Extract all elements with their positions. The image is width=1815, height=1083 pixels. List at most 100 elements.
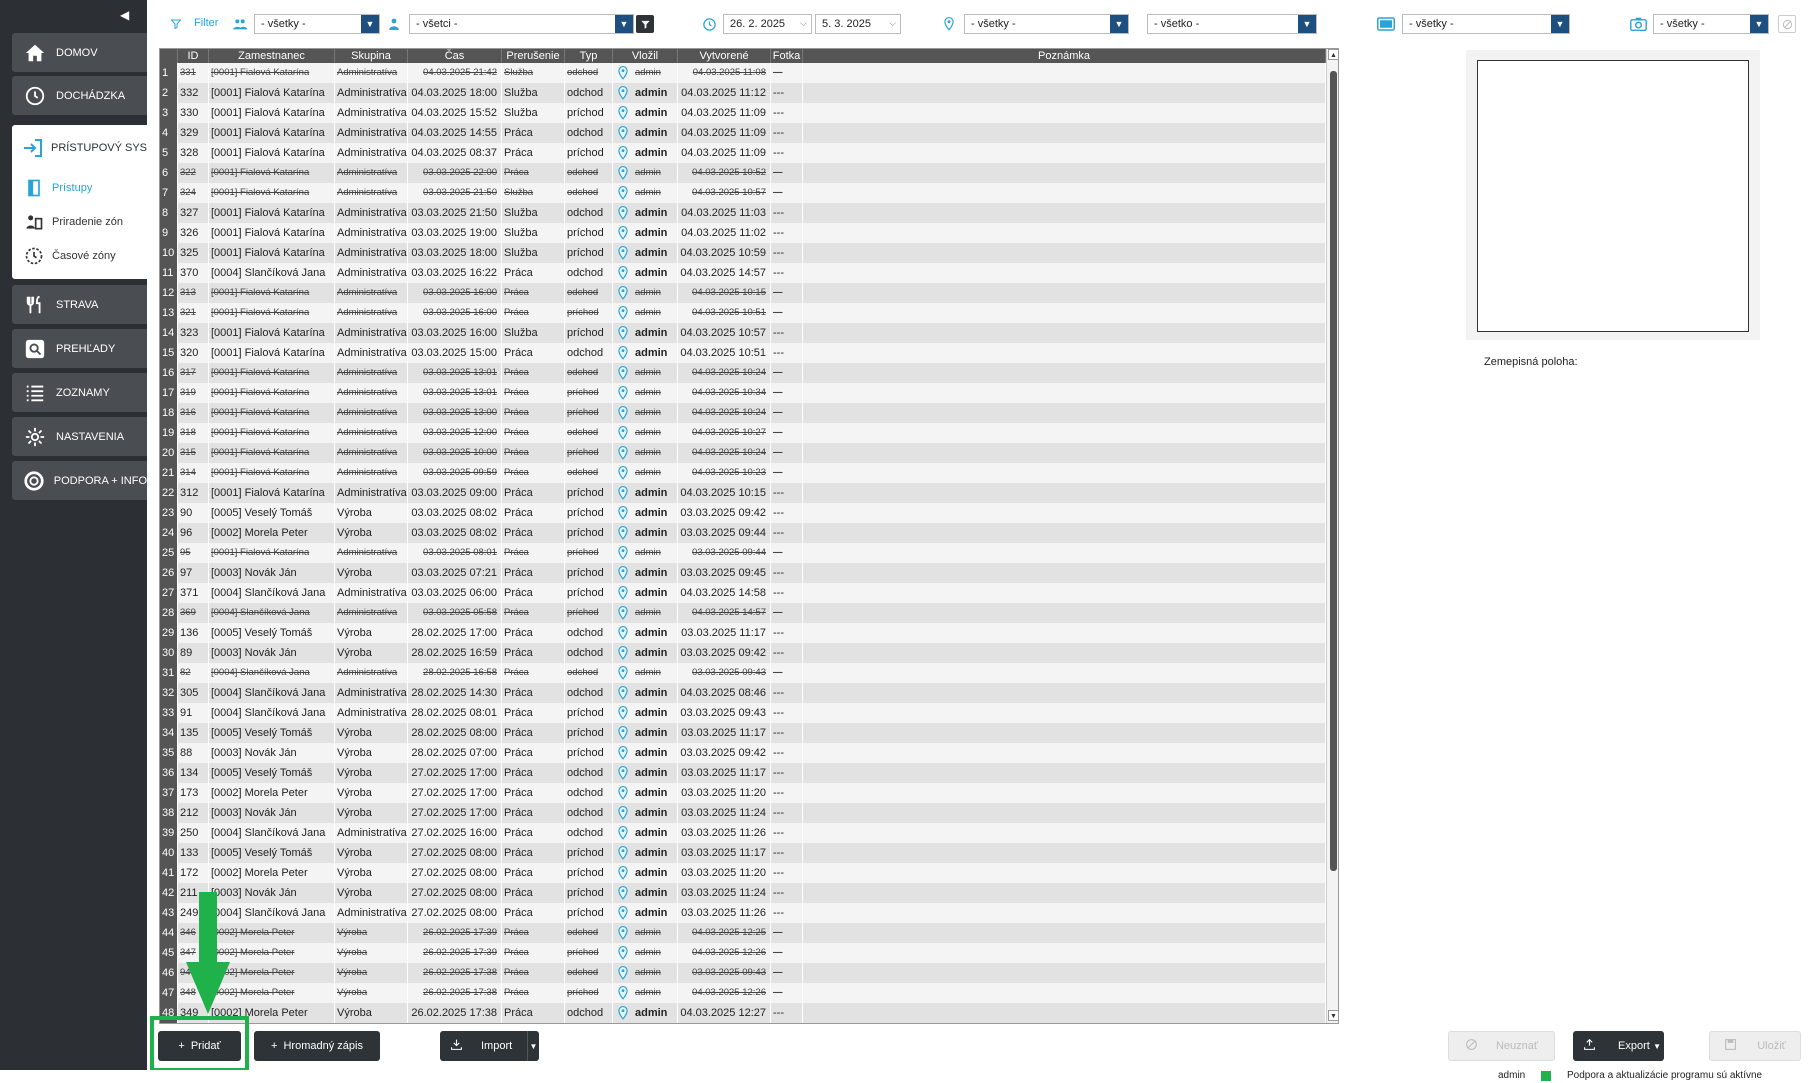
location-pin-icon[interactable] [617,966,629,980]
table-row[interactable]: 17 319 [0001] Fialová Katarína Administratí… [160,383,1326,403]
collapse-sidebar-icon[interactable]: ◀ [120,8,129,22]
table-row[interactable]: 48 349 [0002] Morela Peter Výroba 26.02.2025… [160,1003,1326,1023]
table-row[interactable]: 9 326 [0001] Fialová Katarína Administratív… [160,223,1326,243]
location-pin-icon[interactable] [617,726,629,740]
location-pin-icon[interactable] [617,126,629,140]
table-row[interactable]: 3 330 [0001] Fialová Katarína Administratív… [160,103,1326,123]
location-pin-icon[interactable] [617,926,629,940]
location-select[interactable]: - všetky - ▼ [964,14,1129,34]
table-row[interactable]: 4 329 [0001] Fialová Katarína Administratív… [160,123,1326,143]
location-pin-icon[interactable] [617,386,629,400]
table-row[interactable]: 23 90 [0005] Veselý Tomáš Výroba 03.03.2025 … [160,503,1326,523]
table-row[interactable]: 14 323 [0001] Fialová Katarína Administratí… [160,323,1326,343]
table-row[interactable]: 25 95 [0001] Fialová Katarína Administratív… [160,543,1326,563]
nav-dochadzka[interactable]: DOCHÁDZKA [12,76,147,115]
table-row[interactable]: 10 325 [0001] Fialová Katarína Administratí… [160,243,1326,263]
table-row[interactable]: 8 327 [0001] Fialová Katarína Administratív… [160,203,1326,223]
table-row[interactable]: 45 347 [0002] Morela Peter Výroba 26.02.2025… [160,943,1326,963]
scroll-thumb[interactable] [1330,71,1337,871]
col-header[interactable]: Prerušenie [502,49,565,63]
import-button[interactable]: Import ▼ [440,1031,539,1061]
nav-strava[interactable]: STRAVA [12,285,147,324]
bulk-entry-button[interactable]: + Hromadný zápis [254,1031,380,1061]
chevron-down-icon[interactable]: ▼ [527,1031,539,1061]
location-pin-icon[interactable] [617,366,629,380]
col-header[interactable]: Zamestnanec [209,49,335,63]
col-header[interactable]: Typ [565,49,613,63]
location-pin-icon[interactable] [617,166,629,180]
col-header[interactable]: ID [178,49,209,63]
location-pin-icon[interactable] [617,486,629,500]
location-pin-icon[interactable] [617,526,629,540]
clear-filter-button[interactable] [1778,15,1796,33]
location-pin-icon[interactable] [617,306,629,320]
employee-select[interactable]: - všetci - ▼ [409,14,634,34]
camera-select[interactable]: - všetky - ▼ [1653,14,1769,34]
location-pin-icon[interactable] [617,206,629,220]
location-pin-icon[interactable] [617,246,629,260]
location-pin-icon[interactable] [617,146,629,160]
location-pin-icon[interactable] [617,286,629,300]
location-pin-icon[interactable] [617,986,629,1000]
group-select[interactable]: - všetky - ▼ [254,14,380,34]
table-row[interactable]: 6 322 [0001] Fialová Katarína Administratív… [160,163,1326,183]
location-pin-icon[interactable] [617,346,629,360]
nav-pristupovy-system[interactable]: PRÍSTUPOVÝ SYS [12,125,147,171]
apply-filter-button[interactable] [636,15,654,33]
table-row[interactable]: 21 314 [0001] Fialová Katarína Administratí… [160,463,1326,483]
location-pin-icon[interactable] [617,66,629,80]
attendance-grid[interactable]: ID Zamestnanec Skupina Čas Prerušenie Typ Vlož… [159,48,1339,1024]
nav-domov[interactable]: DOMOV [12,33,147,72]
table-row[interactable]: 29 136 [0005] Veselý Tomáš Výroba 28.02.2025… [160,623,1326,643]
reject-button[interactable]: Neuznať [1448,1031,1555,1061]
table-row[interactable]: 46 94 [0002] Morela Peter Výroba 26.02.2025 … [160,963,1326,983]
location-pin-icon[interactable] [617,906,629,920]
table-row[interactable]: 15 320 [0001] Fialová Katarína Administratí… [160,343,1326,363]
table-row[interactable]: 5 328 [0001] Fialová Katarína Administratív… [160,143,1326,163]
table-row[interactable]: 38 212 [0003] Novák Ján Výroba 27.02.2025 17… [160,803,1326,823]
table-row[interactable]: 41 172 [0002] Morela Peter Výroba 27.02.2025… [160,863,1326,883]
location-pin-icon[interactable] [617,1006,629,1020]
col-header[interactable]: Čas [408,49,502,63]
location-pin-icon[interactable] [617,766,629,780]
table-row[interactable]: 19 318 [0001] Fialová Katarína Administratí… [160,423,1326,443]
location-pin-icon[interactable] [617,946,629,960]
table-row[interactable]: 13 321 [0001] Fialová Katarína Administratí… [160,303,1326,323]
subnav-pristupy[interactable]: Prístupy [12,171,147,205]
table-row[interactable]: 36 134 [0005] Veselý Tomáš Výroba 27.02.2025… [160,763,1326,783]
location-pin-icon[interactable] [617,506,629,520]
table-row[interactable]: 2 332 [0001] Fialová Katarína Administratív… [160,83,1326,103]
col-header[interactable]: Vložil [613,49,678,63]
table-row[interactable]: 34 135 [0005] Veselý Tomáš Výroba 28.02.2025… [160,723,1326,743]
location-pin-icon[interactable] [617,566,629,580]
table-row[interactable]: 39 250 [0004] Slančíková Jana Administratív… [160,823,1326,843]
location-pin-icon[interactable] [617,406,629,420]
table-row[interactable]: 16 317 [0001] Fialová Katarína Administratí… [160,363,1326,383]
table-row[interactable]: 26 97 [0003] Novák Ján Výroba 03.03.2025 07:… [160,563,1326,583]
location-pin-icon[interactable] [617,446,629,460]
table-row[interactable]: 12 313 [0001] Fialová Katarína Administratí… [160,283,1326,303]
location-pin-icon[interactable] [617,806,629,820]
table-row[interactable]: 44 346 [0002] Morela Peter Výroba 26.02.2025… [160,923,1326,943]
table-row[interactable]: 24 96 [0002] Morela Peter Výroba 03.03.2025 … [160,523,1326,543]
location-pin-icon[interactable] [617,106,629,120]
col-header[interactable]: Skupina [335,49,408,63]
location-pin-icon[interactable] [617,226,629,240]
chevron-down-icon[interactable]: ▼ [1653,1042,1661,1051]
location-pin-icon[interactable] [617,666,629,680]
save-button[interactable]: Uložiť [1709,1031,1801,1061]
location-pin-icon[interactable] [617,466,629,480]
export-button[interactable]: Export ▼ [1573,1031,1664,1061]
location-pin-icon[interactable] [617,546,629,560]
nav-podpora[interactable]: PODPORA + INFO [12,461,147,500]
device-select[interactable]: - všetky - ▼ [1402,14,1570,34]
location-pin-icon[interactable] [617,786,629,800]
location-pin-icon[interactable] [617,326,629,340]
table-row[interactable]: 47 348 [0002] Morela Peter Výroba 26.02.2025… [160,983,1326,1003]
table-row[interactable]: 32 305 [0004] Slančíková Jana Administratív… [160,683,1326,703]
date-to-input[interactable]: 5. 3. 2025 ⌵ [815,14,901,34]
table-row[interactable]: 40 133 [0005] Veselý Tomáš Výroba 27.02.2025… [160,843,1326,863]
location-pin-icon[interactable] [617,746,629,760]
location-pin-icon[interactable] [617,686,629,700]
location-pin-icon[interactable] [617,266,629,280]
